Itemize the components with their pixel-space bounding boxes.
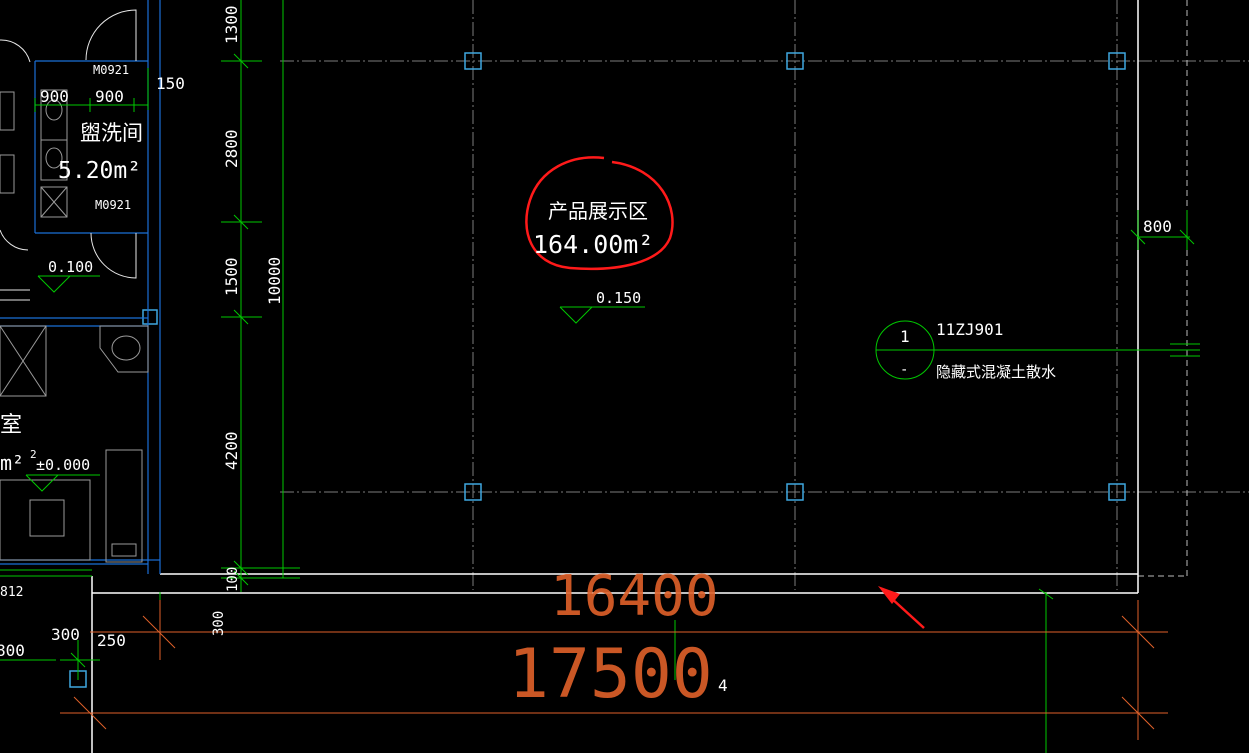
dim-fragment-800: 800 [0,641,25,660]
callout-number: 1 [900,327,910,346]
dim-17500: 17500 [508,635,713,714]
dim-2800: 2800 [222,129,241,168]
dim-4200: 4200 [222,431,241,470]
dim-800-right: 800 [1143,217,1172,236]
door-swing-icon [85,9,137,61]
left-room-area-fragment: m² [0,451,24,475]
elevation-markers [25,275,645,492]
superscript-mark: 2 [30,448,37,461]
washroom-door-top: M0921 [93,63,129,77]
elevation-marker-icon [25,474,59,492]
elevation-marker-icon [559,306,593,324]
callout-sheet: - [900,362,908,378]
callout-note: 隐藏式混凝土散水 [936,363,1056,381]
dim-1500: 1500 [222,257,241,296]
cad-drawing-canvas[interactable]: 产品展示区 164.00m² 0.150 M0921 盥洗间 5.20m² M0… [0,0,1249,753]
dim-16400: 16400 [550,564,719,629]
dim-small-250: 250 [97,631,126,650]
dim-fragment-812: 812 [0,585,23,600]
dim-1300: 1300 [222,5,241,44]
washroom-area: 5.20m² [58,158,141,184]
door-swing-icon [90,232,137,279]
washroom-door-bottom: M0921 [95,198,131,212]
main-room-level: 0.150 [596,289,641,307]
axis-grid-lines [280,0,1249,590]
axis-number-4: 4 [718,676,728,695]
washroom-dim-b: 900 [95,87,124,106]
left-room-name-fragment: 室 [0,413,22,438]
outer-boundary-dashed [1138,0,1188,577]
door-swings [0,9,137,301]
callout-standard: 11ZJ901 [936,320,1003,339]
column-marker-icon [142,309,158,325]
left-room-level: ±0.000 [36,456,90,474]
washbasin-icon [99,325,149,373]
washroom-dim-a: 900 [40,87,69,106]
main-room-area: 164.00m² [533,230,653,259]
washroom-name: 盥洗间 [80,121,143,145]
washroom-level: 0.100 [48,258,93,276]
left-rooms-walls [0,0,161,574]
dim-100: 100 [225,567,241,592]
washroom-dim-c: 150 [156,74,185,93]
main-room-name: 产品展示区 [548,199,648,223]
dim-small-300: 300 [51,625,80,644]
elevation-marker-icon [37,275,71,293]
dim-10000: 10000 [265,257,284,305]
dim-300: 300 [211,611,227,636]
